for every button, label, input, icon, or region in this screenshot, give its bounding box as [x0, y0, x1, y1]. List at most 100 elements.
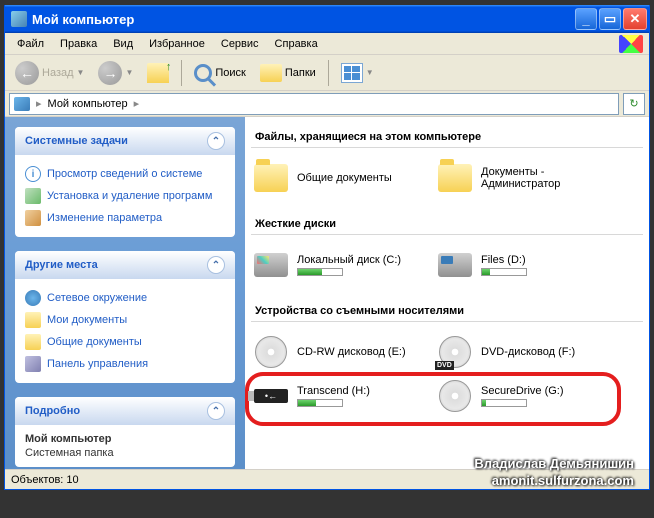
- search-label: Поиск: [215, 67, 245, 79]
- drive-item[interactable]: SecureDrive (G:): [435, 376, 611, 416]
- folder-icon: [253, 160, 289, 196]
- usage-bar: [297, 399, 343, 407]
- panel-details: Подробно ⌃ Мой компьютер Системная папка: [15, 397, 235, 467]
- maximize-button[interactable]: ▭: [599, 8, 621, 30]
- folder-item[interactable]: Документы - Администратор: [435, 158, 611, 198]
- separator: [328, 60, 329, 86]
- breadcrumb-sep: ▸: [134, 97, 140, 110]
- hdd-icon: [437, 247, 473, 283]
- panel-header[interactable]: Другие места ⌃: [15, 251, 235, 279]
- place-shared-documents[interactable]: Общие документы: [25, 331, 225, 353]
- chevron-down-icon: ▼: [125, 68, 133, 77]
- separator: [181, 60, 182, 86]
- cd-icon: [255, 336, 287, 368]
- panel-header[interactable]: Подробно ⌃: [15, 397, 235, 425]
- chevron-up-icon: ⌃: [207, 132, 225, 150]
- task-label: Просмотр сведений о системе: [47, 168, 202, 180]
- hdd-icon: [253, 247, 289, 283]
- drive-item[interactable]: Files (D:): [435, 245, 611, 285]
- item-label: Общие документы: [297, 172, 392, 184]
- usage-bar: [297, 268, 343, 276]
- menu-view[interactable]: Вид: [105, 36, 141, 52]
- usage-bar: [481, 399, 527, 407]
- task-label: Изменение параметра: [47, 212, 162, 224]
- place-control-panel[interactable]: Панель управления: [25, 353, 225, 375]
- section-header-files: Файлы, хранящиеся на этом компьютере: [251, 129, 643, 148]
- sidebar: Системные задачи ⌃ i Просмотр сведений о…: [5, 117, 245, 469]
- panel-system-tasks: Системные задачи ⌃ i Просмотр сведений о…: [15, 127, 235, 237]
- item-label: SecureDrive (G:): [481, 385, 564, 397]
- chevron-up-icon: ⌃: [207, 402, 225, 420]
- forward-button[interactable]: → ▼: [94, 59, 137, 87]
- menu-edit[interactable]: Правка: [52, 36, 105, 52]
- forward-arrow-icon: →: [98, 61, 122, 85]
- info-icon: i: [25, 166, 41, 182]
- task-label: Установка и удаление программ: [47, 190, 212, 202]
- settings-icon: [25, 210, 41, 226]
- folders-button[interactable]: Папки: [256, 62, 320, 84]
- place-my-documents[interactable]: Мои документы: [25, 309, 225, 331]
- views-button[interactable]: ▼: [337, 61, 378, 85]
- usage-bar: [481, 268, 527, 276]
- search-icon: [194, 64, 212, 82]
- place-network[interactable]: Сетевое окружение: [25, 287, 225, 309]
- address-bar: ▸ Мой компьютер ▸ ↻: [5, 91, 649, 117]
- item-label: DVD-дисковод (F:): [481, 346, 575, 358]
- details-name: Мой компьютер: [25, 433, 225, 445]
- place-label: Общие документы: [47, 336, 142, 348]
- chevron-down-icon: ▼: [77, 68, 85, 77]
- item-label: Files (D:): [481, 254, 527, 266]
- windows-flag-icon: [619, 35, 643, 53]
- menu-bar: Файл Правка Вид Избранное Сервис Справка: [5, 33, 649, 55]
- network-icon: [25, 290, 41, 306]
- search-button[interactable]: Поиск: [190, 62, 249, 84]
- item-label: Transcend (H:): [297, 385, 370, 397]
- back-arrow-icon: ←: [15, 61, 39, 85]
- refresh-button[interactable]: ↻: [623, 93, 645, 115]
- menu-file[interactable]: Файл: [9, 36, 52, 52]
- task-change-setting[interactable]: Изменение параметра: [25, 207, 225, 229]
- disk-icon: [439, 380, 471, 412]
- toolbar: ← Назад ▼ → ▼ Поиск Папки ▼: [5, 55, 649, 91]
- section-header-hdd: Жесткие диски: [251, 216, 643, 235]
- close-button[interactable]: ✕: [623, 8, 647, 30]
- window-title: Мой компьютер: [32, 12, 575, 27]
- dvd-icon: DVD: [439, 336, 471, 368]
- details-type: Системная папка: [25, 447, 225, 459]
- folders-label: Папки: [285, 67, 316, 79]
- title-bar[interactable]: Мой компьютер _ ▭ ✕: [5, 5, 649, 33]
- status-objects: Объектов: 10: [11, 474, 79, 486]
- menu-favorites[interactable]: Избранное: [141, 36, 213, 52]
- chevron-up-icon: ⌃: [207, 256, 225, 274]
- place-label: Панель управления: [47, 358, 148, 370]
- folder-icon: [25, 334, 41, 350]
- folder-up-icon: [147, 63, 169, 83]
- task-system-info[interactable]: i Просмотр сведений о системе: [25, 163, 225, 185]
- place-label: Мои документы: [47, 314, 127, 326]
- panel-header[interactable]: Системные задачи ⌃: [15, 127, 235, 155]
- breadcrumb-sep: ▸: [36, 97, 42, 110]
- menu-help[interactable]: Справка: [267, 36, 326, 52]
- section-header-removable: Устройства со съемными носителями: [251, 303, 643, 322]
- panel-title: Другие места: [25, 259, 98, 271]
- drive-item[interactable]: Локальный диск (C:): [251, 245, 427, 285]
- status-bar: Объектов: 10: [5, 469, 649, 489]
- item-label: CD-RW дисковод (E:): [297, 346, 406, 358]
- breadcrumb-root[interactable]: Мой компьютер: [48, 98, 128, 110]
- address-field[interactable]: ▸ Мой компьютер ▸: [9, 93, 619, 115]
- back-button[interactable]: ← Назад ▼: [11, 59, 88, 87]
- folder-item[interactable]: Общие документы: [251, 158, 427, 198]
- minimize-button[interactable]: _: [575, 8, 597, 30]
- drive-item[interactable]: •← Transcend (H:): [251, 376, 427, 416]
- menu-tools[interactable]: Сервис: [213, 36, 267, 52]
- drive-item[interactable]: CD-RW дисковод (E:): [251, 332, 427, 372]
- drive-item[interactable]: DVD DVD-дисковод (F:): [435, 332, 611, 372]
- usb-icon: •←: [254, 389, 288, 403]
- explorer-window: Мой компьютер _ ▭ ✕ Файл Правка Вид Избр…: [4, 5, 650, 490]
- back-label: Назад: [42, 67, 74, 79]
- task-add-remove-programs[interactable]: Установка и удаление программ: [25, 185, 225, 207]
- control-panel-icon: [25, 356, 41, 372]
- up-button[interactable]: [143, 61, 173, 85]
- panel-other-places: Другие места ⌃ Сетевое окружение Мои док…: [15, 251, 235, 383]
- chevron-down-icon: ▼: [366, 68, 374, 77]
